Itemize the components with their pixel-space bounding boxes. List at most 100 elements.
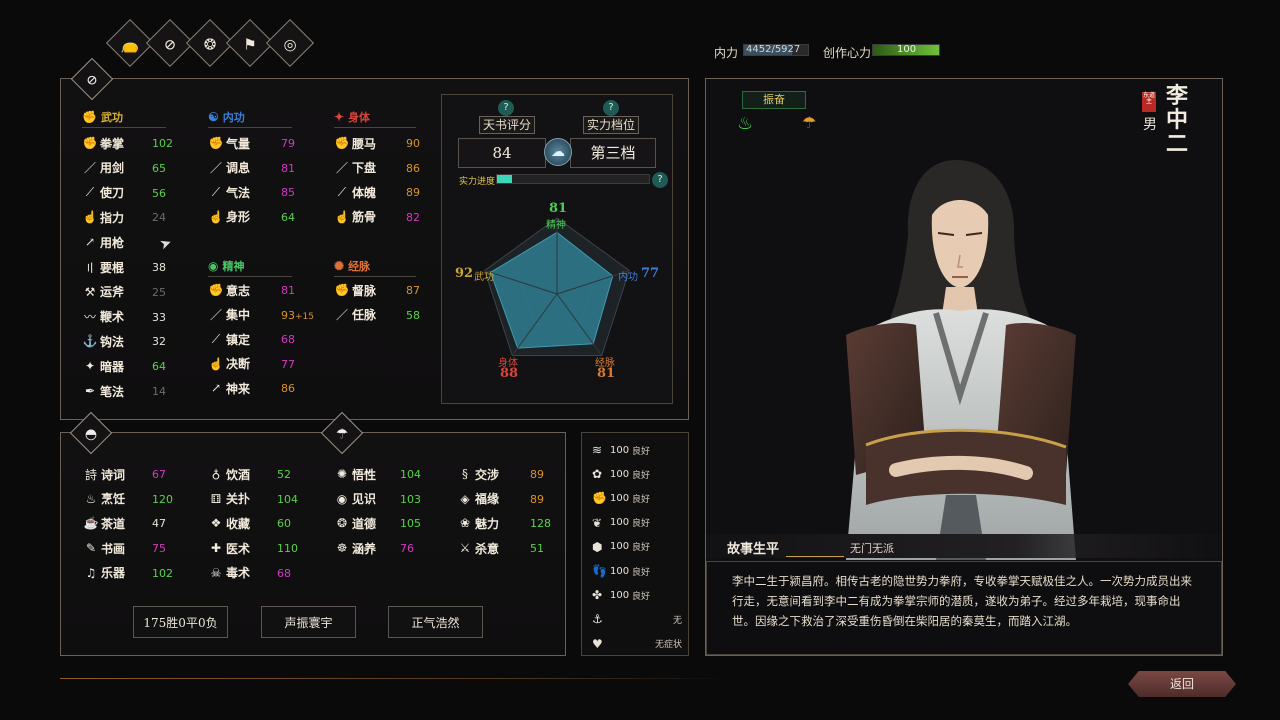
life-skill-row: ◈ 福缘 (457, 489, 499, 509)
cooking-icon: ♨ (85, 491, 97, 506)
neigong-header: ☯ 内功 (208, 106, 292, 128)
skill-name: 鞭术 (100, 310, 125, 325)
progress-label: 实力进度 (459, 177, 496, 187)
skill-row: ／ 集中 (208, 305, 250, 325)
skill-name: 督脉 (352, 283, 377, 298)
life-skill-value: 104 (400, 468, 421, 481)
painting-icon: ✎ (85, 541, 97, 556)
mood-state: 良好 (632, 567, 651, 578)
skill-row: ／ 下盘 (334, 158, 376, 178)
mood-state: 无 (672, 615, 682, 626)
mood-row: 👣 100 良好 (592, 561, 682, 581)
skill-value: 64 (152, 360, 166, 374)
mood-row: ♥ 无症状 (592, 634, 682, 654)
weapon-icon: ↗ (84, 235, 96, 250)
mood-row: ❦ 100 良好 (592, 513, 682, 533)
tea-icon: ☕ (83, 516, 99, 531)
tier-value: 第三档 (570, 138, 656, 168)
life-skill-value: 104 (277, 492, 298, 506)
skill-row: ✊ 拳掌 (82, 133, 125, 153)
umbrella-buff-icon[interactable]: ☂ (802, 113, 816, 132)
skill-row: ✊ 意志 (208, 280, 251, 300)
mood-value: 100 (610, 589, 630, 601)
skill-value: 102 (152, 137, 173, 150)
progress-bar (496, 174, 650, 184)
life-skill-name: 交涉 (475, 467, 500, 482)
neigong-icon: ☝ (208, 209, 224, 224)
target-icon: ◎ (283, 35, 297, 54)
weapon-icon: ✒ (84, 384, 96, 398)
skill-value: 82 (406, 210, 420, 224)
battle-record-button[interactable]: 175胜0平0负 (133, 606, 228, 638)
radar-top-label: 精神 (546, 220, 566, 231)
skill-value: 86 (281, 382, 295, 395)
mood-state: 良好 (632, 494, 651, 505)
life-skill-value: 103 (400, 492, 421, 506)
character-portrait (846, 160, 1076, 560)
life-skill-row: ♁ 饮酒 (208, 464, 250, 484)
weapon-icon: ☝ (82, 210, 98, 225)
mood-value: 100 (610, 444, 630, 456)
skill-value: 32 (152, 335, 166, 349)
life-skill-name: 乐器 (101, 566, 126, 581)
skill-name: 指力 (100, 210, 125, 225)
life-skill-value: 128 (530, 517, 551, 531)
life-skill-name: 收藏 (226, 516, 251, 531)
fame-button[interactable]: 声振寰宇 (261, 606, 356, 638)
skill-row: ✦ 暗器 (82, 356, 124, 376)
forbidden-scroll-icon: ⊘ (163, 35, 177, 54)
skill-name: 决断 (226, 357, 251, 371)
life-skill-row: § 交涉 (457, 464, 499, 484)
tianshu-help-icon[interactable]: ? (498, 100, 514, 116)
name-char: 二 (1165, 131, 1188, 157)
top-tab-5[interactable]: ◎ (265, 18, 315, 68)
creation-label: 创作心力 (823, 46, 872, 60)
life-skill-value: 68 (277, 566, 291, 580)
martial-header: ✊ 武功 (82, 106, 166, 128)
morality-icon: ❂ (336, 516, 348, 531)
collect-icon: ❖ (210, 516, 222, 531)
foot-icon: 👣 (592, 564, 607, 578)
life-skill-value: 89 (530, 468, 544, 481)
skill-row: ／ 任脉 (334, 305, 376, 325)
mood-row: ⚓ 无 (592, 609, 682, 629)
tier-emblem-icon: ☁ (544, 138, 572, 166)
instrument-icon: ♫ (85, 565, 97, 580)
skill-name: 钩法 (100, 334, 125, 349)
life-skill-row: ❂ 道德 (334, 513, 376, 533)
attributes-badge: ⊘ (70, 57, 114, 101)
skill-value: 79 (281, 137, 295, 150)
skill-row: ☝ 指力 (82, 207, 125, 227)
life-skill-value: 120 (152, 492, 173, 506)
righteous-button[interactable]: 正气浩然 (388, 606, 483, 638)
skill-value: 65 (152, 161, 166, 175)
skill-value: 81 (281, 161, 295, 175)
life-skill-row: 詩诗词 (83, 464, 125, 484)
skill-value: 85 (281, 186, 295, 199)
mood-state: 无症状 (654, 640, 682, 651)
life-skill-value: 75 (152, 542, 166, 556)
tianshu-label: 天书评分 (479, 116, 535, 134)
tier-help-icon[interactable]: ? (603, 100, 619, 116)
neigong-icon: ✊ (208, 136, 224, 150)
skill-row: ⟋ 使刀 (82, 183, 124, 203)
radar-right-value: 77 (641, 266, 660, 281)
life-skill-name: 毒术 (226, 566, 251, 581)
bio-title-underline (786, 556, 844, 557)
progress-help-icon[interactable]: ? (652, 172, 668, 188)
life-skill-name: 茶道 (101, 516, 126, 531)
stones-icon: ❂ (203, 35, 217, 54)
skill-row: ✊ 腰马 (334, 133, 377, 153)
life-skill-row: ✎ 书画 (83, 538, 125, 558)
skill-bonus: +15 (295, 311, 314, 322)
back-button[interactable]: 返回 (1128, 671, 1236, 697)
skill-row: ⚓ 钩法 (82, 331, 125, 351)
bio-header (706, 534, 1222, 558)
skill-row: ✒ 笔法 (82, 381, 124, 401)
skill-value: 56 (152, 186, 166, 200)
bowl-buff-icon[interactable]: ♨ (737, 113, 753, 134)
skill-row: ⟋ 镇定 (208, 329, 250, 349)
skill-row: ☝ 身形 (208, 207, 251, 227)
stone-icon: ⬢ (592, 539, 603, 554)
knowledge-icon: ◉ (336, 491, 348, 506)
